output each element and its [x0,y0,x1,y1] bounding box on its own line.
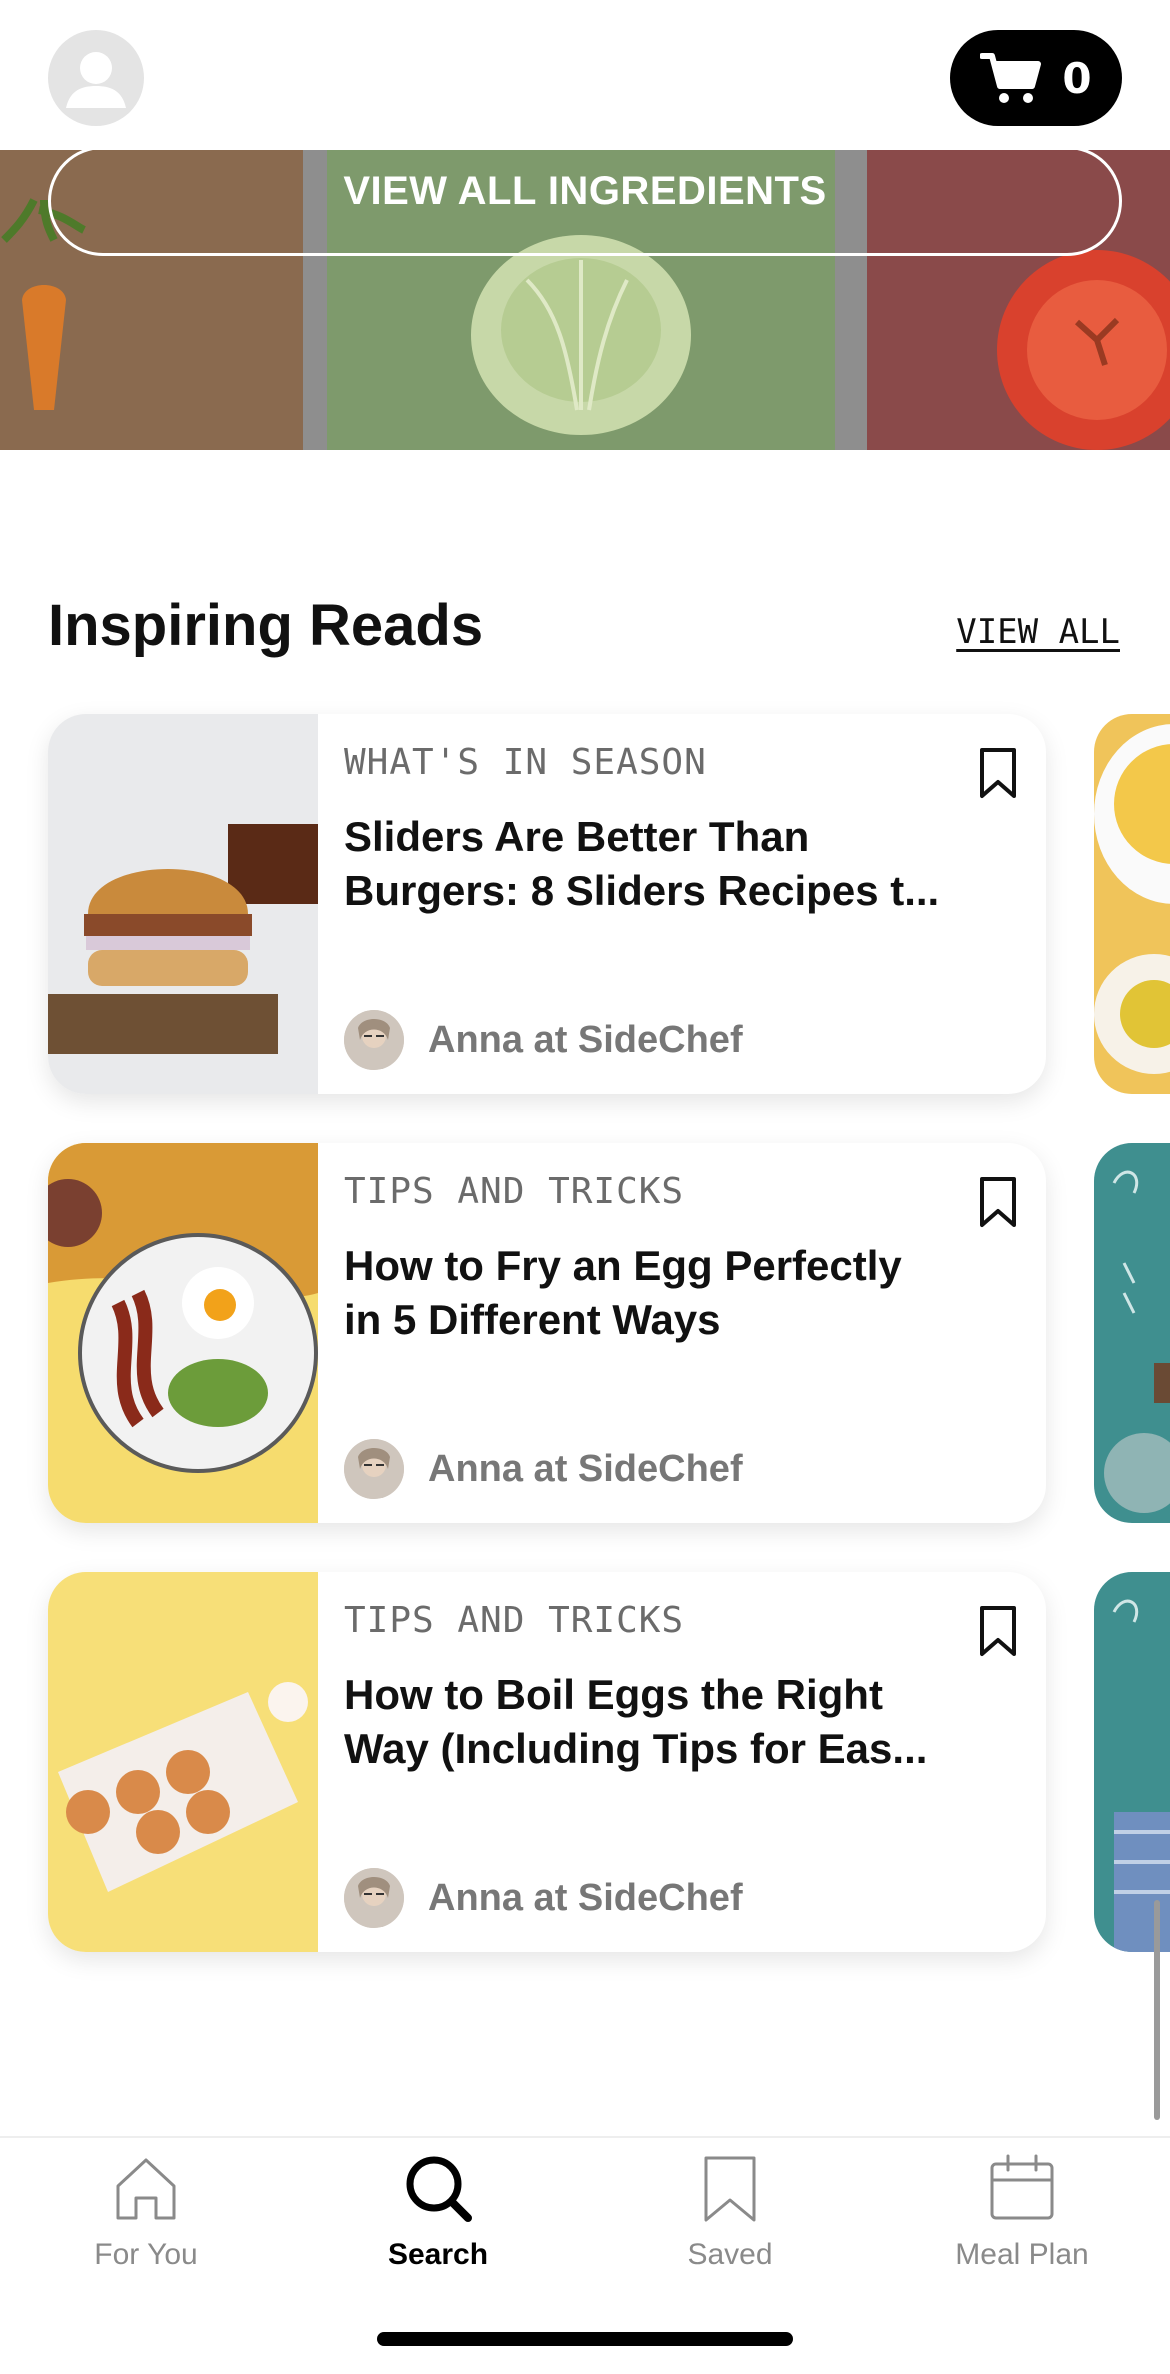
tab-label: Saved [687,2238,773,2271]
user-icon [66,52,126,108]
article-card[interactable]: TIPS AND TRICKS How to Boil Eggs the Rig… [48,1572,1046,1952]
article-title[interactable]: How to Fry an Egg Perfectly in 5 Differe… [344,1239,944,1347]
tab-saved[interactable]: Saved [584,2152,876,2282]
next-article-preview[interactable] [1094,1572,1170,1952]
next-article-preview[interactable] [1094,1143,1170,1523]
article-category: WHAT'S IN SEASON [344,742,707,783]
calendar-icon [990,2154,1054,2220]
tab-label: For You [94,2238,198,2271]
article-author[interactable]: Anna at SideChef [344,1868,743,1928]
author-name: Anna at SideChef [428,1447,743,1490]
article-author[interactable]: Anna at SideChef [344,1439,743,1499]
view-all-link[interactable]: VIEW ALL [956,612,1120,652]
article-title[interactable]: Sliders Are Better Than Burgers: 8 Slide… [344,810,944,918]
article-author[interactable]: Anna at SideChef [344,1010,743,1070]
tab-search[interactable]: Search [292,2152,584,2282]
view-all-ingredients-label: VIEW ALL INGREDIENTS [343,168,827,213]
top-bar: 0 [0,0,1170,150]
profile-avatar-button[interactable] [48,30,144,126]
tab-label: Search [387,2238,489,2271]
bookmark-icon[interactable] [978,1604,1018,1658]
author-name: Anna at SideChef [428,1876,743,1919]
article-image [48,1143,318,1523]
article-card[interactable]: TIPS AND TRICKS How to Fry an Egg Perfec… [48,1143,1046,1523]
bookmark-icon[interactable] [978,746,1018,800]
author-name: Anna at SideChef [428,1018,743,1061]
cart-count: 0 [1062,53,1092,103]
bookmark-icon [704,2156,756,2222]
bookmark-icon[interactable] [978,1175,1018,1229]
author-avatar [344,1868,404,1928]
article-category: TIPS AND TRICKS [344,1600,685,1641]
scrollbar[interactable] [1154,1900,1160,2120]
author-avatar [344,1010,404,1070]
home-indicator[interactable] [377,2332,793,2346]
cart-icon [980,53,1042,103]
article-image [48,1572,318,1952]
article-image [48,714,318,1094]
cart-button[interactable]: 0 [950,30,1122,126]
article-title[interactable]: How to Boil Eggs the Right Way (Includin… [344,1668,944,1776]
tab-for-you[interactable]: For You [0,2152,292,2282]
view-all-ingredients-button[interactable]: VIEW ALL INGREDIENTS [48,150,1122,256]
article-card[interactable]: WHAT'S IN SEASON Sliders Are Better Than… [48,714,1046,1094]
article-category: TIPS AND TRICKS [344,1171,685,1212]
ingredients-banner[interactable]: VIEW ALL INGREDIENTS [0,150,1170,450]
tab-label: Meal Plan [955,2238,1089,2271]
author-avatar [344,1439,404,1499]
section-title: Inspiring Reads [48,593,484,658]
search-icon [406,2156,472,2222]
tab-meal-plan[interactable]: Meal Plan [876,2152,1168,2282]
next-article-preview[interactable] [1094,714,1170,1094]
home-icon [116,2158,176,2220]
